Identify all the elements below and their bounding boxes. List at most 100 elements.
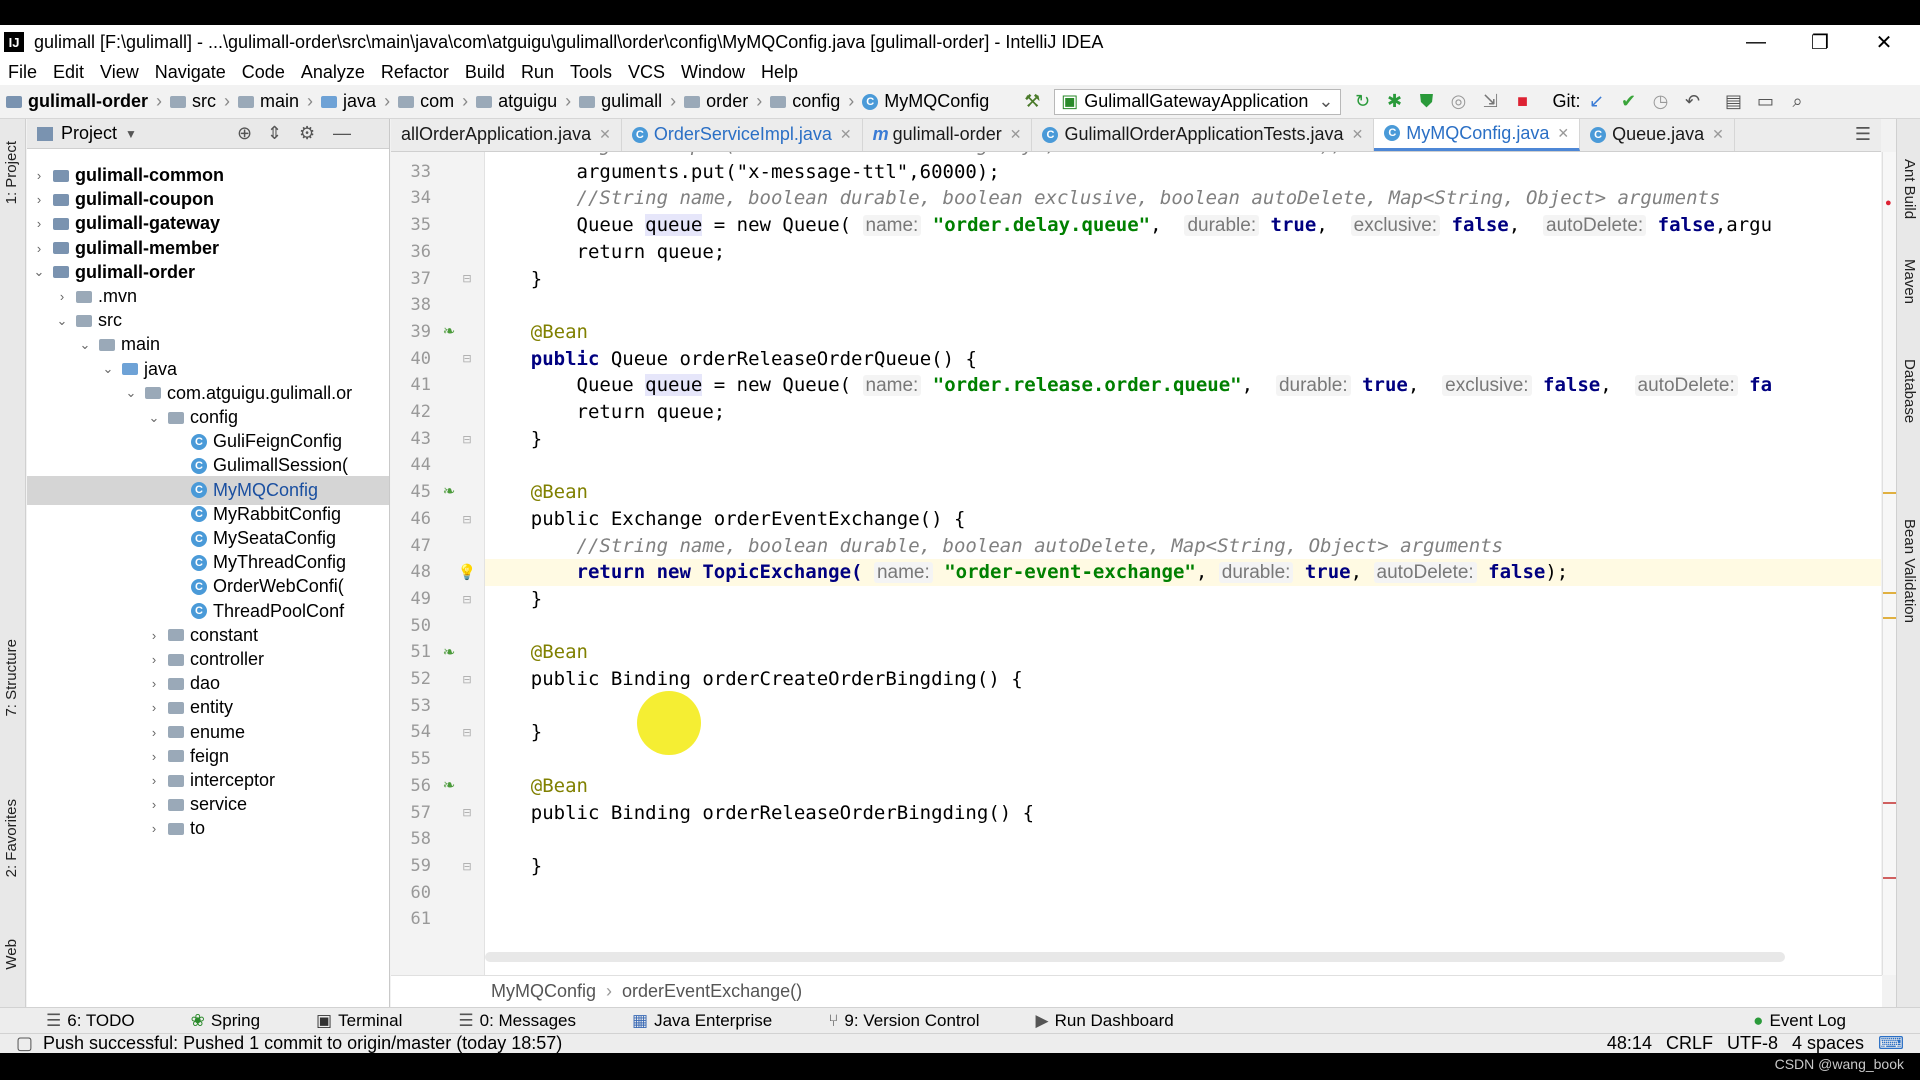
tool-java-enterprise[interactable]: ▦ Java Enterprise [632, 1011, 800, 1031]
status-message[interactable]: Push successful: Pushed 1 commit to orig… [43, 1033, 562, 1053]
restore-icon[interactable]: ❐ [1798, 25, 1842, 59]
hide-icon[interactable]: — [333, 123, 351, 144]
debug-icon[interactable]: ✱ [1382, 89, 1408, 115]
tab-structure-tool[interactable]: 7: Structure [3, 639, 20, 717]
chevron-down-icon[interactable]: ⌄ [123, 385, 139, 401]
menu-navigate[interactable]: Navigate [147, 62, 234, 83]
code-editor[interactable]: arguments.put("x-dead-letter-routing-key… [485, 152, 1881, 975]
run-config-select[interactable]: ▣ GulimallGatewayApplication ⌄ [1054, 88, 1341, 115]
close-tab-icon[interactable]: ✕ [1557, 125, 1569, 142]
chevron-down-icon[interactable]: ⌄ [77, 337, 93, 353]
chevron-right-icon[interactable]: › [31, 168, 47, 183]
build-hammer-icon[interactable]: ⚒ [1019, 89, 1045, 115]
fold-icon[interactable]: ⊟ [457, 509, 477, 529]
menu-file[interactable]: File [0, 62, 45, 83]
fold-icon[interactable]: ⊟ [457, 723, 477, 743]
error-icon[interactable]: ● [1885, 197, 1892, 209]
coverage-icon[interactable]: ⛊ [1414, 89, 1440, 115]
nav-crumb-order[interactable]: order [678, 91, 754, 112]
menu-help[interactable]: Help [753, 62, 806, 83]
tab-maven[interactable]: Maven [1901, 259, 1918, 304]
close-tab-icon[interactable]: ✕ [1010, 126, 1022, 143]
chevron-right-icon[interactable]: › [31, 216, 47, 231]
tab-order-application[interactable]: allOrderApplication.java ✕ [391, 119, 622, 151]
locate-icon[interactable]: ⊕ [237, 123, 252, 144]
fold-icon[interactable]: ⊟ [457, 269, 477, 289]
minimize-icon[interactable]: — [1734, 25, 1778, 59]
chevron-down-icon[interactable]: ▼ [125, 127, 137, 141]
breadcrumb-class[interactable]: MyMQConfig [491, 981, 596, 1002]
close-icon[interactable]: ✕ [1862, 25, 1906, 59]
menu-run[interactable]: Run [513, 62, 562, 83]
nav-crumb-gulimall[interactable]: gulimall [573, 91, 668, 112]
tab-mymqconfig[interactable]: C MyMQConfig.java ✕ [1374, 119, 1581, 151]
status-icon[interactable]: ▢ [16, 1033, 33, 1053]
gear-icon[interactable]: ⚙ [299, 123, 315, 144]
menu-tools[interactable]: Tools [562, 62, 620, 83]
chevron-down-icon[interactable]: ⌄ [100, 361, 116, 377]
chevron-right-icon[interactable]: › [146, 773, 162, 788]
nav-crumb-config[interactable]: config [764, 91, 846, 112]
chevron-right-icon[interactable]: › [146, 700, 162, 715]
tool-spring[interactable]: ❀ Spring [191, 1011, 288, 1031]
chevron-down-icon[interactable]: ⌄ [146, 410, 162, 426]
nav-crumb-atguigu[interactable]: atguigu [470, 91, 563, 112]
fold-icon[interactable]: ⊟ [457, 349, 477, 369]
menu-build[interactable]: Build [457, 62, 513, 83]
tree-item[interactable]: › to [27, 814, 389, 843]
tab-order-service-impl[interactable]: C OrderServiceImpl.java ✕ [622, 119, 863, 151]
spring-bean-icon[interactable]: ❧ [439, 481, 459, 501]
git-rollback-icon[interactable]: ↶ [1680, 89, 1706, 115]
spring-bean-icon[interactable]: ❧ [439, 642, 459, 662]
git-update-icon[interactable]: ↙ [1584, 89, 1610, 115]
chevron-right-icon[interactable]: › [146, 821, 162, 836]
nav-crumb-main[interactable]: main [232, 91, 305, 112]
project-view-select[interactable]: Project [61, 123, 117, 144]
attach-icon[interactable]: ⇲ [1478, 89, 1504, 115]
fold-icon[interactable]: ⊟ [457, 589, 477, 609]
fold-icon[interactable]: ⊟ [457, 669, 477, 689]
chevron-right-icon[interactable]: › [146, 797, 162, 812]
tab-favorites-tool[interactable]: 2: Favorites [3, 799, 20, 877]
menu-refactor[interactable]: Refactor [373, 62, 457, 83]
presentation-icon[interactable]: ▭ [1753, 89, 1779, 115]
tab-project-tool[interactable]: 1: Project [3, 141, 20, 204]
menu-code[interactable]: Code [234, 62, 293, 83]
fold-icon[interactable]: ⊟ [457, 803, 477, 823]
menu-analyze[interactable]: Analyze [293, 62, 373, 83]
chevron-right-icon[interactable]: › [31, 192, 47, 207]
fold-icon[interactable]: ⊟ [457, 429, 477, 449]
horizontal-scrollbar[interactable] [485, 952, 1785, 962]
chevron-right-icon[interactable]: › [146, 676, 162, 691]
close-tab-icon[interactable]: ✕ [599, 126, 611, 143]
collapse-all-icon[interactable]: ⇕ [267, 123, 282, 144]
chevron-down-icon[interactable]: ⌄ [31, 264, 47, 280]
file-encoding[interactable]: UTF-8 [1727, 1033, 1778, 1053]
menu-window[interactable]: Window [673, 62, 753, 83]
stop-icon[interactable]: ■ [1510, 89, 1536, 115]
tab-ant-build[interactable]: Ant Build [1901, 159, 1918, 219]
chevron-right-icon[interactable]: › [146, 725, 162, 740]
nav-crumb-src[interactable]: src [164, 91, 222, 112]
intention-bulb-icon[interactable]: 💡 [457, 562, 477, 582]
nav-crumb-com[interactable]: com [392, 91, 460, 112]
tab-bean-validation[interactable]: Bean Validation [1901, 519, 1918, 623]
tool-event-log[interactable]: ● Event Log [1753, 1011, 1874, 1031]
tab-gulimall-order-pom[interactable]: m gulimall-order ✕ [863, 119, 1033, 151]
menu-edit[interactable]: Edit [45, 62, 92, 83]
tool-run-dashboard[interactable]: ▶ Run Dashboard [1036, 1011, 1202, 1031]
indent-setting[interactable]: 4 spaces [1792, 1033, 1864, 1053]
chevron-right-icon[interactable]: › [146, 749, 162, 764]
tool-todo[interactable]: ☰ 6: TODO [46, 1011, 163, 1031]
breadcrumb-method[interactable]: orderEventExchange() [622, 981, 802, 1002]
spring-bean-icon[interactable]: ❧ [439, 775, 459, 795]
chevron-right-icon[interactable]: › [31, 241, 47, 256]
tool-messages[interactable]: ☰ 0: Messages [458, 1011, 604, 1031]
line-separator[interactable]: CRLF [1666, 1033, 1713, 1053]
git-commit-icon[interactable]: ✔ [1616, 89, 1642, 115]
tool-version-control[interactable]: ⑂ 9: Version Control [828, 1011, 1007, 1031]
profile-icon[interactable]: ◎ [1446, 89, 1472, 115]
close-tab-icon[interactable]: ✕ [840, 126, 852, 143]
fold-icon[interactable]: ⊟ [457, 856, 477, 876]
rerun-icon[interactable]: ↻ [1350, 89, 1376, 115]
